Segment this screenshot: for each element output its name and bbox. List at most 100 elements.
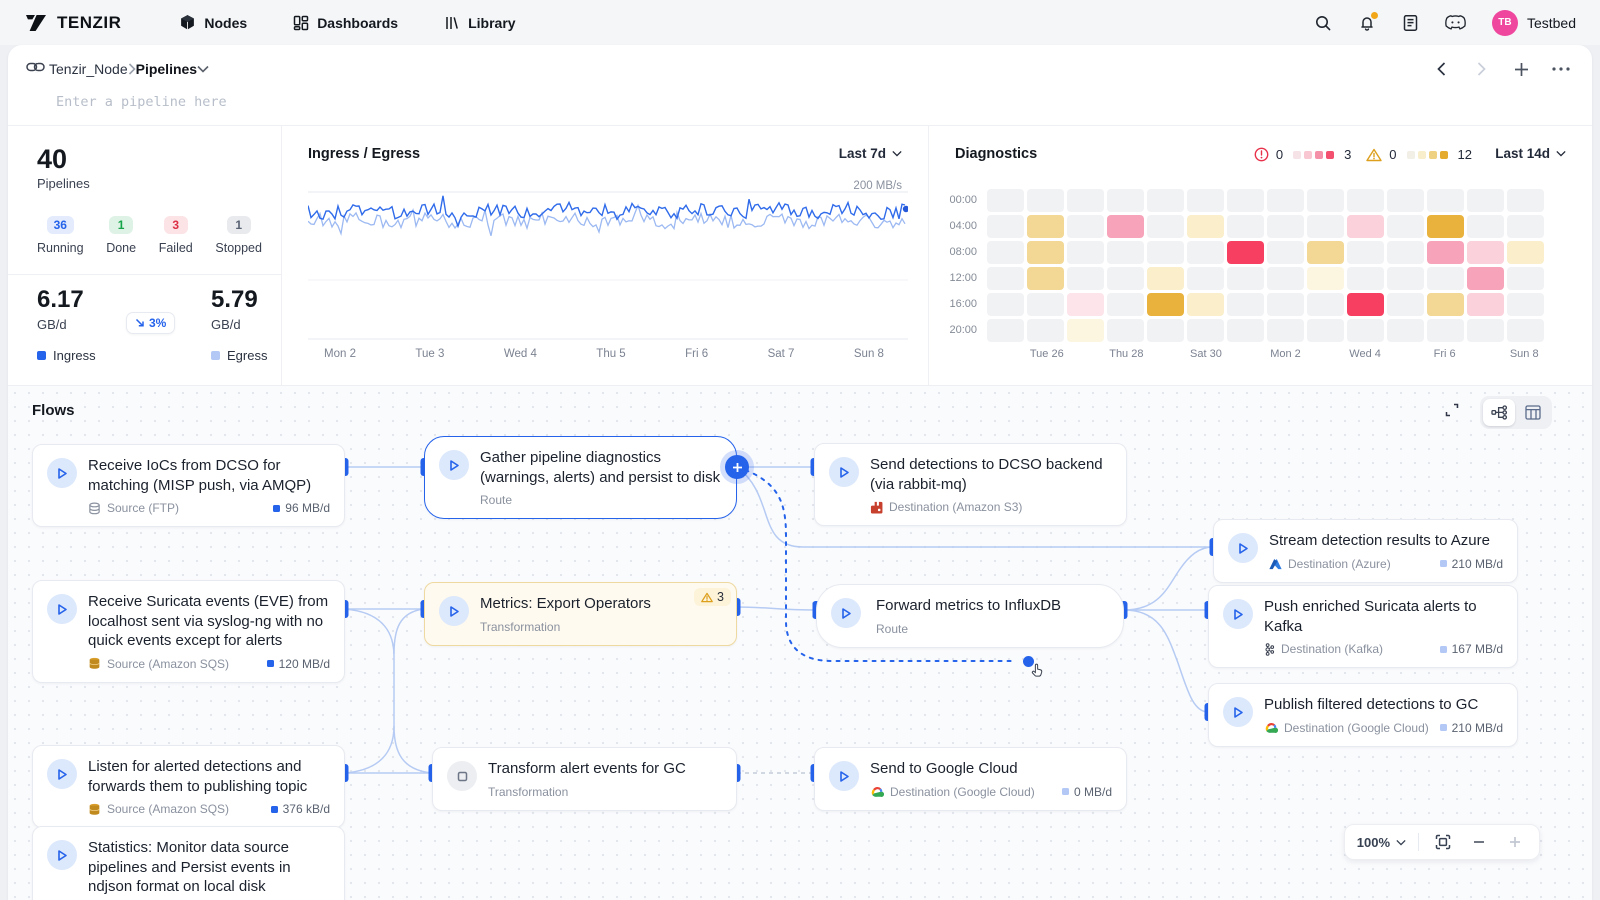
heatmap-cell[interactable] — [1227, 241, 1264, 264]
heatmap-cell[interactable] — [1147, 189, 1184, 212]
heatmap-cell[interactable] — [1027, 215, 1064, 238]
heatmap-cell[interactable] — [1187, 215, 1224, 238]
play-icon[interactable] — [47, 840, 77, 870]
forward-button[interactable] — [1468, 56, 1494, 82]
flow-node-statistics[interactable]: Statistics: Monitor data source pipeline… — [32, 826, 345, 900]
notifications-bell-icon[interactable] — [1358, 14, 1376, 32]
heatmap-cell[interactable] — [1507, 241, 1544, 264]
heatmap-cell[interactable] — [1107, 319, 1144, 342]
heatmap-cell[interactable] — [1307, 241, 1344, 264]
user-menu[interactable]: TB Testbed — [1492, 10, 1576, 36]
heatmap-cell[interactable] — [1347, 215, 1384, 238]
play-icon[interactable] — [47, 458, 77, 488]
heatmap-cell[interactable] — [1347, 267, 1384, 290]
zoom-out-button[interactable] — [1467, 830, 1491, 854]
play-icon[interactable] — [1223, 697, 1253, 727]
docs-icon[interactable] — [1402, 14, 1419, 32]
heatmap-cell[interactable] — [1467, 241, 1504, 264]
play-icon[interactable] — [829, 761, 859, 791]
discord-icon[interactable] — [1445, 14, 1466, 31]
back-button[interactable] — [1428, 56, 1454, 82]
fit-view-button[interactable] — [1431, 830, 1455, 854]
heatmap-cell[interactable] — [1227, 293, 1264, 316]
heatmap-cell[interactable] — [1187, 267, 1224, 290]
heatmap-cell[interactable] — [1507, 267, 1544, 290]
heatmap-cell[interactable] — [1387, 241, 1424, 264]
heatmap-cell[interactable] — [1227, 189, 1264, 212]
add-pipeline-button[interactable] — [1508, 56, 1534, 82]
flow-node-publish-gc[interactable]: Publish filtered detections to GC Destin… — [1208, 683, 1518, 747]
heatmap-cell[interactable] — [1147, 267, 1184, 290]
play-icon[interactable] — [47, 759, 77, 789]
zoom-level-dropdown[interactable]: 100% — [1357, 835, 1406, 850]
heatmap-cell[interactable] — [1427, 241, 1464, 264]
heatmap-cell[interactable] — [1507, 293, 1544, 316]
heatmap-cell[interactable] — [1347, 241, 1384, 264]
heatmap-cell[interactable] — [1387, 267, 1424, 290]
heatmap-cell[interactable] — [1227, 215, 1264, 238]
heatmap-cell[interactable] — [1067, 189, 1104, 212]
heatmap-cell[interactable] — [1107, 267, 1144, 290]
heatmap-cell[interactable] — [1147, 293, 1184, 316]
heatmap-cell[interactable] — [1147, 215, 1184, 238]
play-icon[interactable] — [47, 594, 77, 624]
node-warning-badge[interactable]: 3 — [694, 588, 731, 606]
flows-canvas[interactable]: Flows — [8, 385, 1592, 900]
nav-item-nodes[interactable]: Nodes — [179, 14, 247, 31]
heatmap-cell[interactable] — [1067, 267, 1104, 290]
heatmap-cell[interactable] — [987, 215, 1024, 238]
flow-node-send-google-cloud[interactable]: Send to Google Cloud Destination (Google… — [814, 747, 1127, 811]
heatmap-cell[interactable] — [1467, 215, 1504, 238]
heatmap-cell[interactable] — [1507, 189, 1544, 212]
flow-node-stream-azure[interactable]: Stream detection results to Azure Destin… — [1213, 519, 1518, 583]
heatmap-cell[interactable] — [1147, 241, 1184, 264]
heatmap-cell[interactable] — [1467, 189, 1504, 212]
flow-node-forward-influxdb[interactable]: Forward metrics to InfluxDB Route — [816, 584, 1124, 648]
pipeline-status-running[interactable]: 36Running — [37, 216, 84, 255]
heatmap-cell[interactable] — [987, 319, 1024, 342]
heatmap-cell[interactable] — [1187, 241, 1224, 264]
heatmap-cell[interactable] — [1347, 319, 1384, 342]
pipeline-status-done[interactable]: 1Done — [106, 216, 136, 255]
heatmap-cell[interactable] — [1427, 189, 1464, 212]
heatmap-cell[interactable] — [1027, 319, 1064, 342]
pipeline-status-failed[interactable]: 3Failed — [159, 216, 193, 255]
heatmap-cell[interactable] — [1307, 189, 1344, 212]
heatmap-cell[interactable] — [1347, 189, 1384, 212]
heatmap-cell[interactable] — [987, 189, 1024, 212]
flow-node-metrics-export[interactable]: Metrics: Export Operators Transformation… — [424, 582, 737, 646]
heatmap-cell[interactable] — [1147, 319, 1184, 342]
heatmap-cell[interactable] — [1307, 267, 1344, 290]
link-icon[interactable] — [26, 60, 45, 79]
heatmap-cell[interactable] — [1507, 319, 1544, 342]
heatmap-cell[interactable] — [1467, 293, 1504, 316]
heatmap-cell[interactable] — [987, 267, 1024, 290]
heatmap-cell[interactable] — [1067, 241, 1104, 264]
nav-item-dashboards[interactable]: Dashboards — [293, 15, 398, 31]
heatmap-cell[interactable] — [1427, 319, 1464, 342]
nav-item-library[interactable]: Library — [444, 15, 515, 31]
expand-icon[interactable] — [1444, 402, 1460, 423]
heatmap-cell[interactable] — [1267, 267, 1304, 290]
flow-node-transform-gc[interactable]: Transform alert events for GC Transforma… — [432, 747, 737, 811]
play-icon[interactable] — [1228, 533, 1258, 563]
heatmap-cell[interactable] — [1027, 267, 1064, 290]
heatmap-cell[interactable] — [1227, 319, 1264, 342]
heatmap-cell[interactable] — [1067, 319, 1104, 342]
heatmap-cell[interactable] — [1427, 293, 1464, 316]
heatmap-cell[interactable] — [1067, 215, 1104, 238]
breadcrumb-node[interactable]: Tenzir_Node — [49, 61, 128, 77]
graph-view-button[interactable] — [1483, 399, 1515, 426]
heatmap-cell[interactable] — [1107, 293, 1144, 316]
breadcrumb-page[interactable]: Pipelines — [136, 61, 197, 77]
flow-node-receive-suricata[interactable]: Receive Suricata events (EVE) from local… — [32, 580, 345, 683]
heatmap-cell[interactable] — [1027, 293, 1064, 316]
heatmap-cell[interactable] — [1387, 189, 1424, 212]
play-icon[interactable] — [829, 457, 859, 487]
heatmap-cell[interactable] — [1267, 241, 1304, 264]
heatmap-cell[interactable] — [1107, 215, 1144, 238]
flow-node-gather-diagnostics[interactable]: Gather pipeline diagnostics (warnings, a… — [424, 436, 737, 519]
flow-node-send-dcso[interactable]: Send detections to DCSO backend (via rab… — [814, 443, 1127, 526]
heatmap-cell[interactable] — [1467, 319, 1504, 342]
heatmap-cell[interactable] — [1267, 293, 1304, 316]
